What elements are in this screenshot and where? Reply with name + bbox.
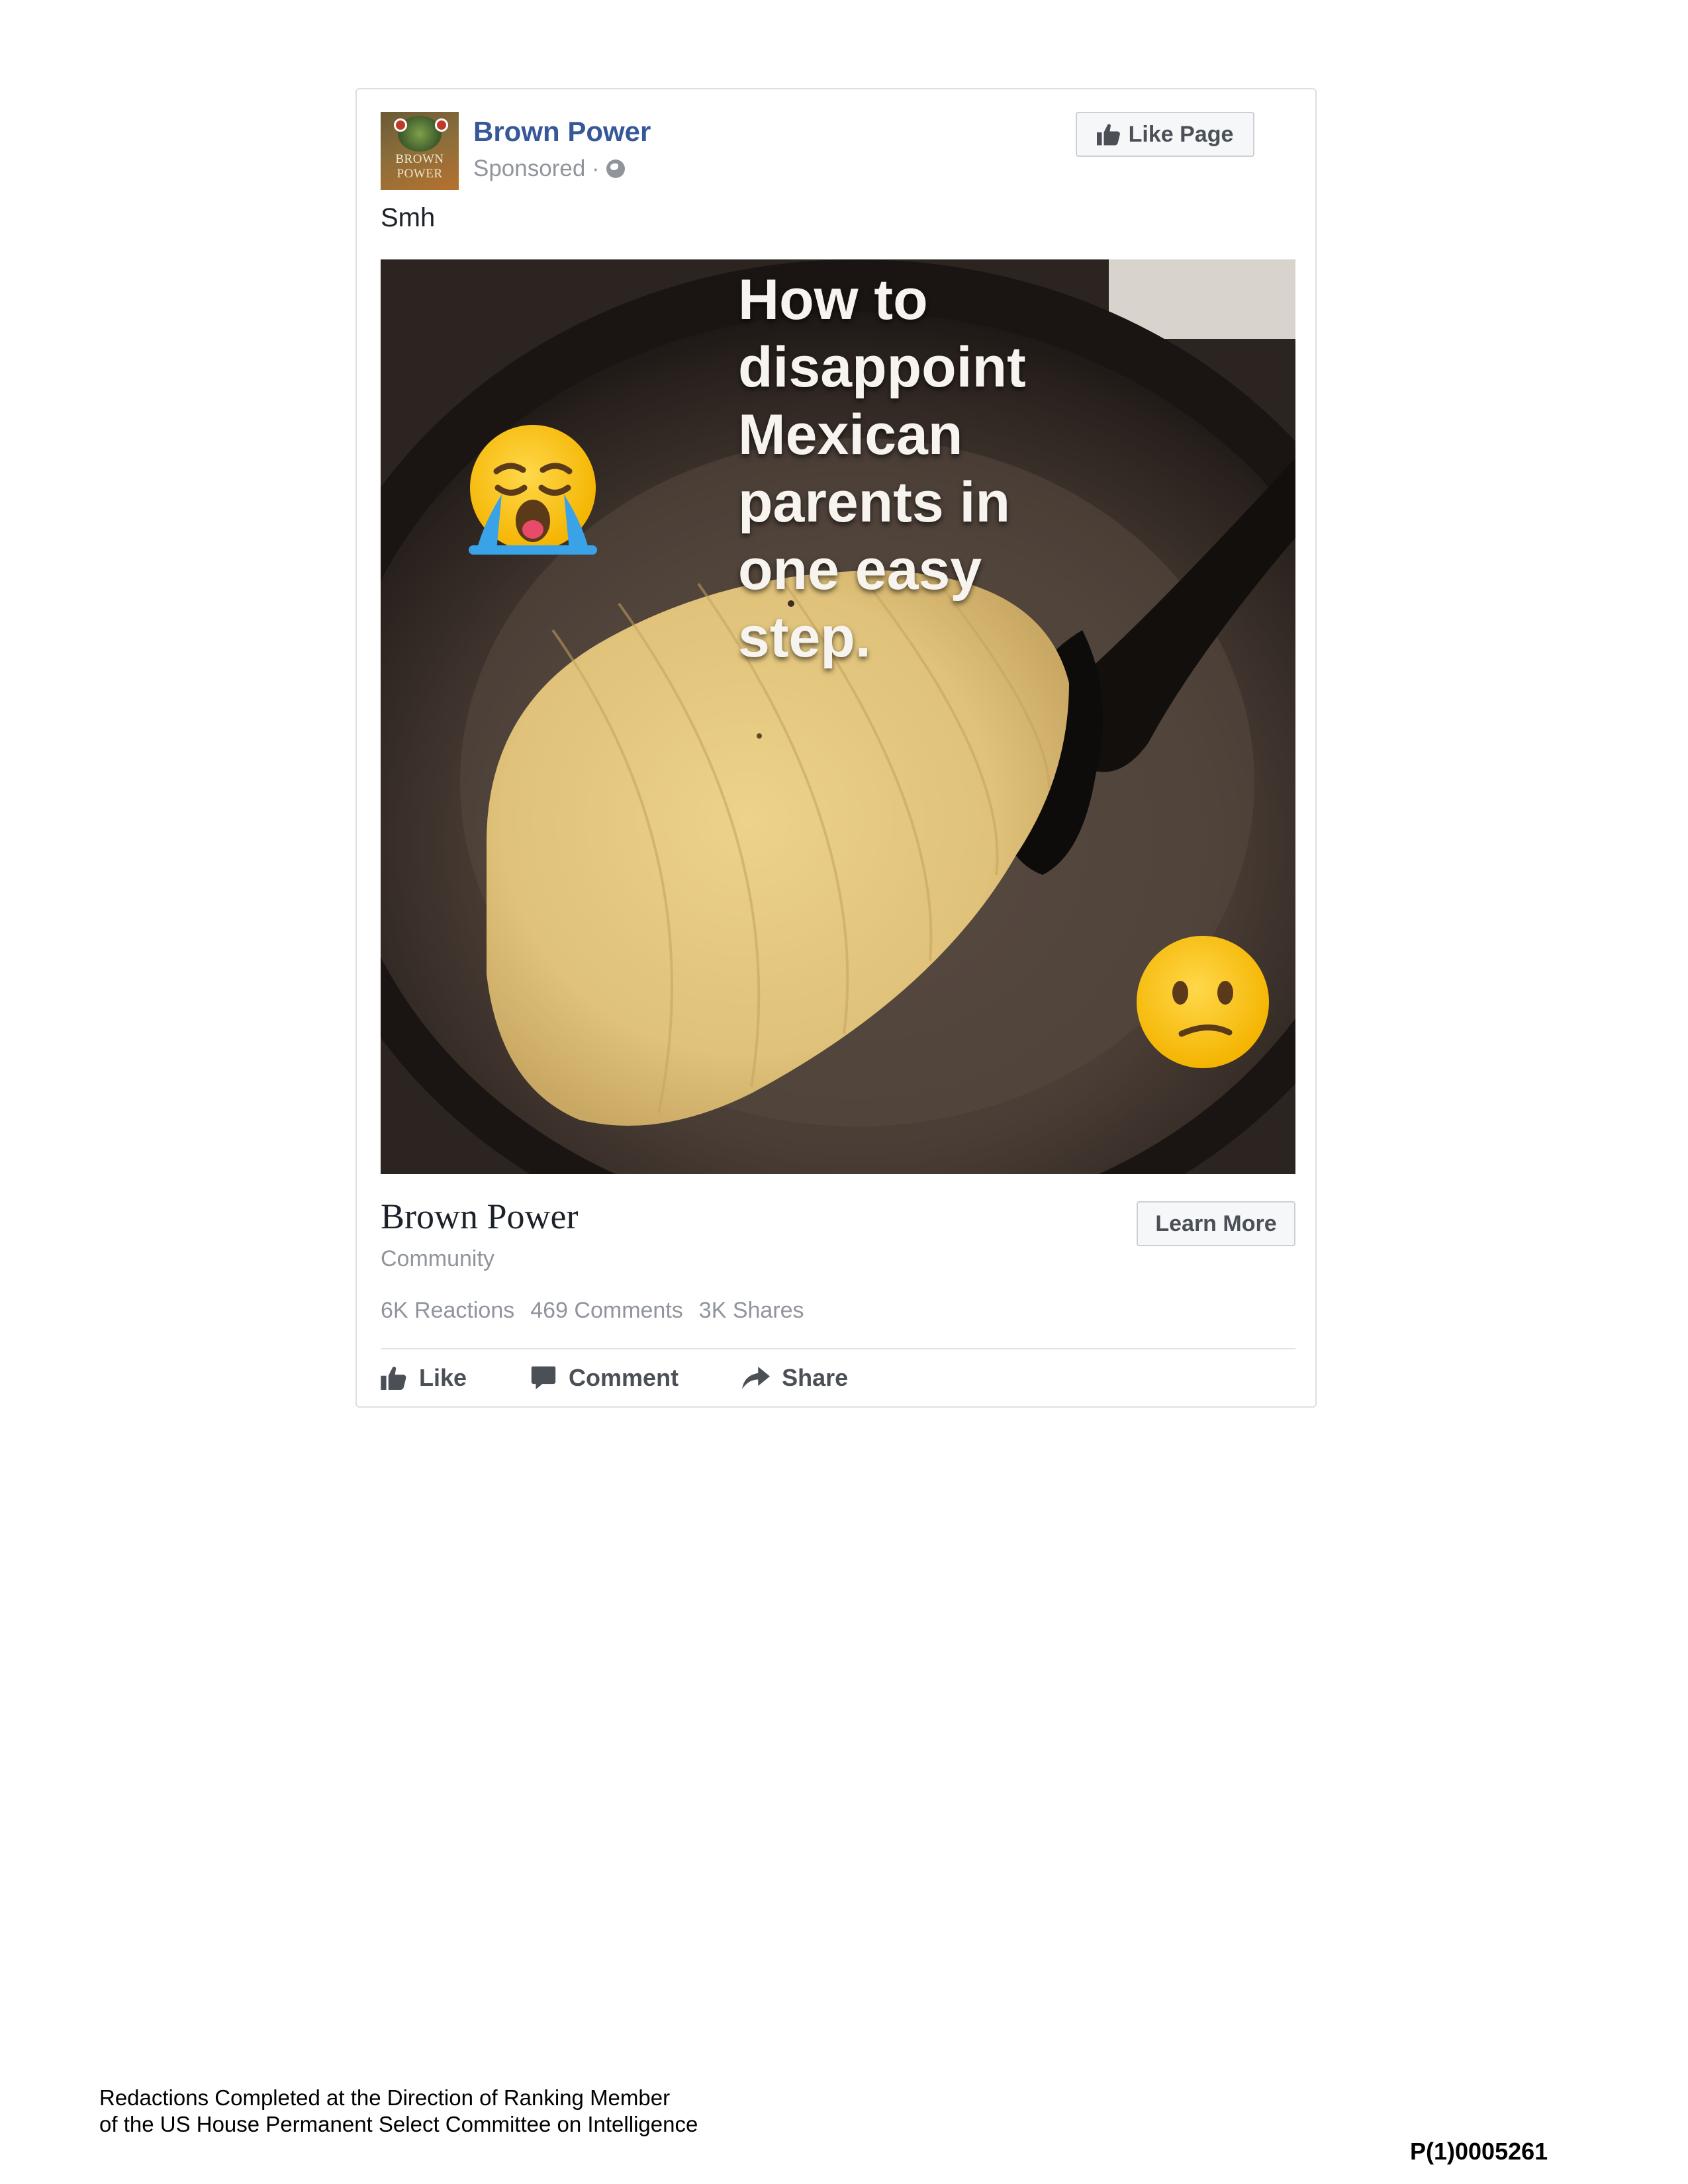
redaction-note-line-2: of the US House Permanent Select Committ… xyxy=(99,2112,698,2136)
sponsored-post-card: BROWN POWER Brown Power Sponsored · Like… xyxy=(355,88,1317,1408)
comments-count[interactable]: 469 Comments xyxy=(530,1298,683,1324)
image-caption-line: parents in xyxy=(738,471,1010,534)
post-image[interactable]: How to disappoint Mexican parents in one… xyxy=(381,259,1295,1174)
image-caption-line: step. xyxy=(738,606,871,669)
action-bar: Like Comment Share xyxy=(381,1364,848,1392)
post-message: Smh xyxy=(381,203,436,232)
like-page-label: Like Page xyxy=(1128,121,1234,147)
link-title[interactable]: Brown Power xyxy=(381,1196,578,1237)
redaction-note: Redactions Completed at the Direction of… xyxy=(99,2085,698,2138)
like-button[interactable]: Like xyxy=(381,1364,467,1392)
image-caption-line: disappoint xyxy=(738,336,1026,399)
thumbs-up-icon xyxy=(1096,124,1120,146)
redaction-note-line-1: Redactions Completed at the Direction of… xyxy=(99,2085,671,2110)
link-subtitle: Community xyxy=(381,1246,494,1271)
share-label: Share xyxy=(782,1364,849,1391)
confused-face-emoji xyxy=(1135,934,1270,1073)
avatar-flag-left xyxy=(394,118,407,132)
avatar-text-line-1: BROWN xyxy=(395,152,444,166)
reactions-count[interactable]: 6K Reactions xyxy=(381,1298,514,1324)
image-caption-line: How to xyxy=(738,268,928,332)
page-name-link[interactable]: Brown Power xyxy=(473,116,651,148)
globe-icon[interactable] xyxy=(606,159,625,178)
share-arrow-icon xyxy=(742,1367,771,1389)
bates-number: P(1)0005261 xyxy=(1410,2138,1548,2165)
page-avatar[interactable]: BROWN POWER xyxy=(381,112,459,190)
divider xyxy=(381,1348,1295,1349)
crying-face-emoji xyxy=(463,425,602,561)
comment-icon xyxy=(531,1366,556,1390)
engagement-stats: 6K Reactions 469 Comments 3K Shares xyxy=(381,1298,804,1324)
thumbs-up-icon xyxy=(381,1367,406,1390)
share-button[interactable]: Share xyxy=(742,1364,848,1392)
avatar-text-line-2: POWER xyxy=(397,167,443,181)
like-label: Like xyxy=(419,1364,467,1391)
learn-more-button[interactable]: Learn More xyxy=(1137,1201,1295,1246)
comment-label: Comment xyxy=(569,1364,679,1391)
image-caption-line: Mexican xyxy=(738,403,963,467)
image-caption-line: one easy xyxy=(738,538,982,602)
sponsored-label: Sponsored · xyxy=(473,156,625,182)
like-page-button[interactable]: Like Page xyxy=(1076,112,1254,157)
sponsored-text: Sponsored · xyxy=(473,156,600,181)
avatar-flag-right xyxy=(435,118,448,132)
shares-count[interactable]: 3K Shares xyxy=(699,1298,804,1324)
comment-button[interactable]: Comment xyxy=(530,1364,679,1392)
image-caption: How to disappoint Mexican parents in one… xyxy=(738,266,1026,671)
